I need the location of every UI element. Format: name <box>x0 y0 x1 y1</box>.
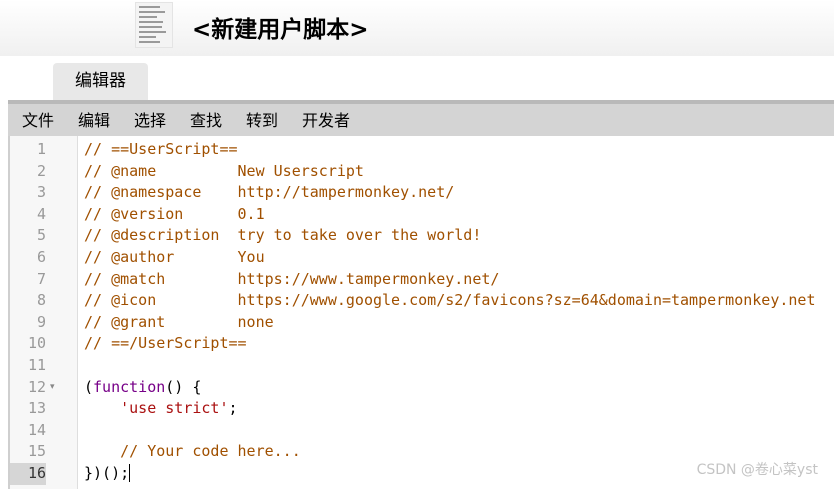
code-line[interactable]: // ==UserScript== <box>84 139 834 161</box>
code-token: () { <box>165 377 202 396</box>
code-token: function <box>93 377 166 396</box>
code-token: // @author You <box>84 247 265 266</box>
code-token: // @namespace http://tampermonkey.net/ <box>84 183 455 202</box>
line-number: 3 <box>36 183 46 202</box>
line-number: 11 <box>27 356 46 374</box>
line-number: 8 <box>36 291 46 310</box>
code-line[interactable]: 'use strict'; <box>84 398 834 420</box>
watermark: CSDN @卷心菜yst <box>696 462 818 478</box>
code-line[interactable]: // @namespace http://tampermonkey.net/ <box>84 182 834 204</box>
line-number-gutter: 1 2 3 4 5 6 7 8 9 10 11 12 ▾ 13 14 15 16 <box>10 136 78 489</box>
code-line[interactable]: // @version 0.1 <box>84 204 834 226</box>
menu-select[interactable]: 选择 <box>134 108 166 134</box>
page-title: <新建用户脚本> <box>192 17 369 43</box>
code-line[interactable]: // @description try to take over the wor… <box>84 225 834 247</box>
line-number: 10 <box>27 334 46 353</box>
code-token: // @name New Userscript <box>84 161 364 180</box>
line-number: 2 <box>36 161 46 180</box>
code-editor[interactable]: 1 2 3 4 5 6 7 8 9 10 11 12 ▾ 13 14 15 16 // ==UserScript… <box>10 136 834 489</box>
code-token: ( <box>84 377 94 396</box>
code-line[interactable]: // @name New Userscript <box>84 161 834 183</box>
line-number: 15 <box>27 442 46 461</box>
code-line[interactable]: // @match https://www.tampermonkey.net/ <box>84 269 834 291</box>
menu-edit[interactable]: 编辑 <box>78 108 110 134</box>
text-cursor <box>129 464 131 483</box>
code-token: // ==UserScript== <box>84 140 238 158</box>
code-line[interactable]: (function() { <box>84 377 834 399</box>
code-token: })(); <box>84 463 130 482</box>
code-token: 'use strict' <box>120 399 229 418</box>
line-number: 5 <box>36 226 46 245</box>
menu-developer[interactable]: 开发者 <box>302 108 350 134</box>
line-number: 9 <box>36 312 46 331</box>
line-number: 6 <box>36 248 46 266</box>
code-token: ; <box>228 399 238 418</box>
code-lines[interactable]: // ==UserScript== // @name New Userscript… <box>84 139 834 485</box>
code-line[interactable]: // @author You <box>84 247 834 269</box>
menu-find[interactable]: 查找 <box>190 108 222 134</box>
code-line[interactable]: // @icon https://www.google.com/s2/favic… <box>84 290 834 312</box>
page-header: <新建用户脚本> <box>0 0 834 56</box>
tab-bar: 编辑器 <box>0 56 834 100</box>
line-number: 7 <box>36 269 46 288</box>
line-number: 4 <box>36 204 46 223</box>
code-token: // ==/UserScript== <box>84 334 247 353</box>
code-token: // Your code here... <box>120 442 301 461</box>
line-number: 13 <box>27 399 46 418</box>
editor-menubar: 文件 编辑 选择 查找 转到 开发者 <box>8 100 834 136</box>
fold-arrow-icon[interactable]: ▾ <box>50 377 55 399</box>
line-number: 16 <box>10 463 46 485</box>
code-line[interactable]: // @grant none <box>84 312 834 334</box>
line-number: 12 <box>27 377 46 396</box>
line-number: 1 <box>36 140 46 158</box>
line-number: 14 <box>27 420 46 439</box>
menu-file[interactable]: 文件 <box>22 108 54 134</box>
code-token: // @icon https://www.google.com/s2/favic… <box>84 291 816 310</box>
code-token: // @description try to take over the wor… <box>84 226 482 245</box>
code-line[interactable]: // ==/UserScript== <box>84 333 834 355</box>
code-line[interactable] <box>84 355 834 377</box>
editor-panel: 文件 编辑 选择 查找 转到 开发者 1 2 3 4 5 6 7 8 9 10 11 12 ▾ 13 14 1… <box>8 100 834 489</box>
script-thumbnail-icon <box>135 2 173 48</box>
code-token: // @match https://www.tampermonkey.net/ <box>84 269 500 288</box>
tab-editor[interactable]: 编辑器 <box>53 63 148 100</box>
code-line[interactable] <box>84 420 834 442</box>
code-token: // @version 0.1 <box>84 204 265 223</box>
menu-goto[interactable]: 转到 <box>246 108 278 134</box>
code-token: // @grant none <box>84 312 274 331</box>
